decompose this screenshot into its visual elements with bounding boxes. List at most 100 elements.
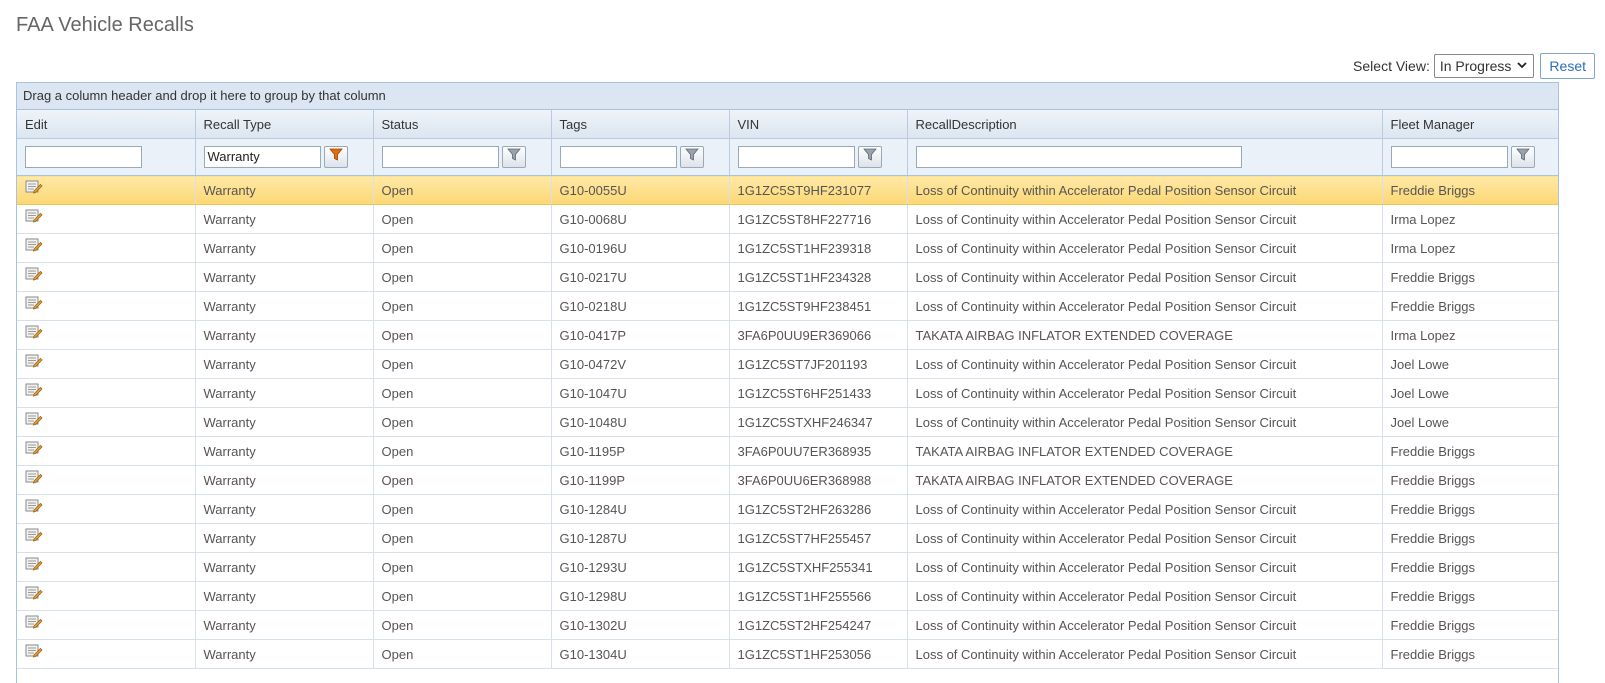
edit-icon[interactable] xyxy=(25,208,43,227)
select-view-dropdown[interactable]: In Progress xyxy=(1433,54,1535,78)
recall-type-cell: Warranty xyxy=(195,320,374,350)
filter-button-tags[interactable] xyxy=(679,146,704,168)
table-row[interactable]: Warranty Open G10-1048U 1G1ZC5STXHF246347 Lo… xyxy=(17,407,1558,437)
table-row[interactable]: Warranty Open G10-0068U 1G1ZC5ST8HF227716 Lo… xyxy=(17,204,1558,234)
edit-icon[interactable] xyxy=(25,643,43,662)
recall-type-cell: Warranty xyxy=(195,262,374,292)
filter-input-tags[interactable] xyxy=(559,146,677,168)
edit-icon[interactable] xyxy=(25,179,43,198)
status-cell: Open xyxy=(373,378,552,408)
column-header-tags[interactable]: Tags xyxy=(551,110,730,139)
edit-cell xyxy=(17,465,196,495)
column-header-fleet-manager[interactable]: Fleet Manager xyxy=(1382,110,1558,139)
edit-icon[interactable] xyxy=(25,440,43,459)
reset-button[interactable]: Reset xyxy=(1540,53,1595,79)
filter-icon xyxy=(862,148,877,166)
table-row[interactable]: Warranty Open G10-0196U 1G1ZC5ST1HF239318 Lo… xyxy=(17,233,1558,263)
edit-icon[interactable] xyxy=(25,527,43,546)
tags-cell: G10-0068U xyxy=(551,204,730,234)
edit-icon[interactable] xyxy=(25,585,43,604)
tags-cell: G10-0196U xyxy=(551,233,730,263)
group-by-panel[interactable]: Drag a column header and drop it here to… xyxy=(17,83,1558,110)
column-header-recall-type[interactable]: Recall Type xyxy=(195,110,374,139)
column-header-status[interactable]: Status xyxy=(373,110,552,139)
filter-input-vin[interactable] xyxy=(737,146,855,168)
table-row[interactable]: Warranty Open G10-1298U 1G1ZC5ST1HF255566 Lo… xyxy=(17,581,1558,611)
recalls-table: Edit Recall Type Status Tags VIN RecallD… xyxy=(17,110,1558,669)
edit-icon[interactable] xyxy=(25,498,43,517)
filter-input-recall-description[interactable] xyxy=(915,146,1242,168)
edit-icon[interactable] xyxy=(25,353,43,372)
table-row[interactable]: Warranty Open G10-1195P 3FA6P0UU7ER368935 TA… xyxy=(17,436,1558,466)
edit-cell xyxy=(17,407,196,437)
edit-icon[interactable] xyxy=(25,324,43,343)
recall-type-cell: Warranty xyxy=(195,378,374,408)
edit-cell xyxy=(17,233,196,263)
column-header-vin[interactable]: VIN xyxy=(729,110,908,139)
table-row[interactable]: Warranty Open G10-0218U 1G1ZC5ST9HF238451 Lo… xyxy=(17,291,1558,321)
table-row[interactable]: Warranty Open G10-0472V 1G1ZC5ST7JF201193 Lo… xyxy=(17,349,1558,379)
edit-icon[interactable] xyxy=(25,382,43,401)
table-row[interactable]: Warranty Open G10-1199P 3FA6P0UU6ER368988 TA… xyxy=(17,465,1558,495)
tags-cell: G10-1284U xyxy=(551,494,730,524)
filter-button-recall-type[interactable] xyxy=(323,146,348,168)
table-row[interactable]: Warranty Open G10-1293U 1G1ZC5STXHF255341 Lo… xyxy=(17,552,1558,582)
table-row[interactable]: Warranty Open G10-1284U 1G1ZC5ST2HF263286 Lo… xyxy=(17,494,1558,524)
tags-cell: G10-0055U xyxy=(551,175,730,205)
tags-cell: G10-0417P xyxy=(551,320,730,350)
filter-active-icon xyxy=(328,148,343,166)
table-row[interactable]: Warranty Open G10-1304U 1G1ZC5ST1HF253056 Lo… xyxy=(17,639,1558,669)
table-row[interactable]: Warranty Open G10-0417P 3FA6P0UU9ER369066 TA… xyxy=(17,320,1558,350)
filter-button-vin[interactable] xyxy=(857,146,882,168)
recall-description-cell: TAKATA AIRBAG INFLATOR EXTENDED COVERAGE xyxy=(907,465,1383,495)
column-header-edit[interactable]: Edit xyxy=(17,110,196,139)
filter-input-edit[interactable] xyxy=(25,146,142,168)
status-cell: Open xyxy=(373,523,552,553)
table-row[interactable]: Warranty Open G10-0055U 1G1ZC5ST9HF231077 Lo… xyxy=(17,175,1558,205)
vin-cell: 1G1ZC5STXHF255341 xyxy=(729,552,908,582)
table-row[interactable]: Warranty Open G10-0217U 1G1ZC5ST1HF234328 Lo… xyxy=(17,262,1558,292)
edit-icon[interactable] xyxy=(25,614,43,633)
status-cell: Open xyxy=(373,552,552,582)
filter-input-status[interactable] xyxy=(381,146,499,168)
edit-icon[interactable] xyxy=(25,469,43,488)
vin-cell: 3FA6P0UU9ER369066 xyxy=(729,320,908,350)
filter-button-fleet-manager[interactable] xyxy=(1510,146,1535,168)
table-row[interactable]: Warranty Open G10-1047U 1G1ZC5ST6HF251433 Lo… xyxy=(17,378,1558,408)
edit-icon[interactable] xyxy=(25,411,43,430)
filter-cell-recall-description xyxy=(907,138,1383,176)
recall-type-cell: Warranty xyxy=(195,407,374,437)
edit-cell xyxy=(17,610,196,640)
status-cell: Open xyxy=(373,494,552,524)
recall-description-cell: Loss of Continuity within Accelerator Pe… xyxy=(907,204,1383,234)
edit-icon[interactable] xyxy=(25,556,43,575)
filter-cell-vin xyxy=(729,138,908,176)
vin-cell: 1G1ZC5ST7JF201193 xyxy=(729,349,908,379)
edit-cell xyxy=(17,523,196,553)
filter-button-status[interactable] xyxy=(501,146,526,168)
table-row[interactable]: Warranty Open G10-1302U 1G1ZC5ST2HF254247 Lo… xyxy=(17,610,1558,640)
vin-cell: 1G1ZC5ST6HF251433 xyxy=(729,378,908,408)
edit-icon[interactable] xyxy=(25,266,43,285)
filter-input-recall-type[interactable]: Warranty xyxy=(203,146,321,168)
edit-icon[interactable] xyxy=(25,295,43,314)
vin-cell: 1G1ZC5ST8HF227716 xyxy=(729,204,908,234)
recall-type-cell: Warranty xyxy=(195,523,374,553)
recall-description-cell: TAKATA AIRBAG INFLATOR EXTENDED COVERAGE xyxy=(907,436,1383,466)
vin-cell: 1G1ZC5ST2HF263286 xyxy=(729,494,908,524)
tags-cell: G10-1048U xyxy=(551,407,730,437)
recall-type-cell: Warranty xyxy=(195,552,374,582)
recall-description-cell: Loss of Continuity within Accelerator Pe… xyxy=(907,262,1383,292)
column-header-recall-description[interactable]: RecallDescription xyxy=(907,110,1383,139)
vin-cell: 1G1ZC5ST1HF253056 xyxy=(729,639,908,669)
fleet-manager-cell: Freddie Briggs xyxy=(1382,175,1558,205)
status-cell: Open xyxy=(373,407,552,437)
filter-input-fleet-manager[interactable] xyxy=(1390,146,1508,168)
fleet-manager-cell: Irma Lopez xyxy=(1382,320,1558,350)
filter-cell-status xyxy=(373,138,552,176)
filter-cell-fleet-manager xyxy=(1382,138,1558,176)
tags-cell: G10-1287U xyxy=(551,523,730,553)
table-row[interactable]: Warranty Open G10-1287U 1G1ZC5ST7HF255457 Lo… xyxy=(17,523,1558,553)
edit-icon[interactable] xyxy=(25,237,43,256)
fleet-manager-cell: Irma Lopez xyxy=(1382,233,1558,263)
